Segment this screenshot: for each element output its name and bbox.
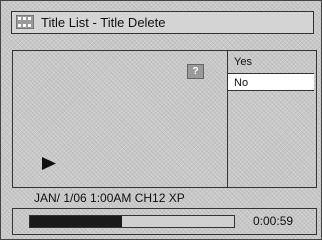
- elapsed-time: 0:00:59: [253, 214, 294, 228]
- progress-fill: [30, 216, 122, 227]
- play-icon: [42, 157, 56, 170]
- progress-bar: [29, 215, 235, 228]
- title-bar: Title List - Title Delete: [11, 11, 314, 34]
- film-strip-icon: [16, 15, 34, 29]
- menu-option-no[interactable]: No: [228, 73, 314, 91]
- dvd-screen: Title List - Title Delete ? Yes No JAN/ …: [0, 0, 322, 240]
- confirm-menu: Yes No: [228, 51, 316, 187]
- recording-info: JAN/ 1/06 1:00AM CH12 XP: [34, 191, 185, 205]
- menu-option-yes[interactable]: Yes: [228, 53, 314, 71]
- title-preview: ?: [13, 51, 228, 187]
- status-row: JAN/ 1/06 1:00AM CH12 XP: [12, 188, 315, 208]
- progress-row: 0:00:59: [12, 208, 317, 235]
- title-delete-panel: ? Yes No: [12, 50, 317, 188]
- info-icon: ?: [187, 64, 204, 79]
- window-title: Title List - Title Delete: [41, 15, 166, 30]
